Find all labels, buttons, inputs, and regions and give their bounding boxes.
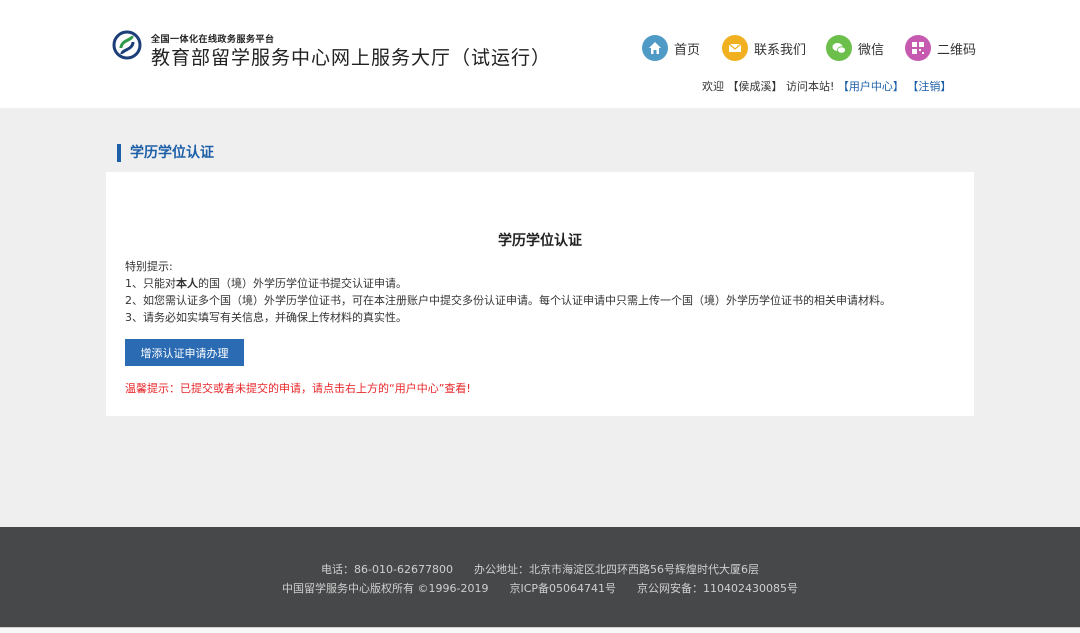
notice-item: 1、只能对本人的国（境）外学历学位证书提交认证申请。 <box>125 275 891 292</box>
panel-title: 学历学位认证 <box>498 233 582 249</box>
wechat-icon <box>826 35 852 61</box>
logout-link[interactable]: 【注销】 <box>907 80 951 93</box>
nav-contact-label: 联系我们 <box>754 42 807 58</box>
welcome-prefix: 欢迎 <box>702 80 724 93</box>
notice-heading: 特别提示: <box>125 260 173 273</box>
nav-home-link[interactable]: 首页 <box>642 34 700 62</box>
qr-code-icon <box>905 35 931 61</box>
footer-copyright-line: 中国留学服务中心版权所有 ©1996-2019 京ICP备05064741号 京… <box>282 582 798 595</box>
nav-qrcode-link[interactable]: 二维码 <box>905 34 976 62</box>
home-icon <box>642 35 668 61</box>
nav-contact-link[interactable]: 联系我们 <box>722 34 806 62</box>
notice-text: 1、只能对 <box>125 277 176 290</box>
notice-bold-text: 本人 <box>176 277 198 290</box>
footer-contact-line: 电话：86-010-62677800 办公地址：北京市海淀区北四环西路56号辉煌… <box>321 563 759 576</box>
user-name: 【侯成溪】 <box>727 80 783 93</box>
user-center-link[interactable]: 【用户中心】 <box>838 80 904 93</box>
section-title: 学历学位认证 <box>117 144 214 162</box>
notice-list: 特别提示: 1、只能对本人的国（境）外学历学位证书提交认证申请。 2、如您需认证… <box>125 258 891 326</box>
mail-icon <box>722 35 748 61</box>
welcome-bar: 欢迎 【侯成溪】 访问本站! 【用户中心】 【注销】 <box>702 78 951 94</box>
site-footer: 电话：86-010-62677800 办公地址：北京市海淀区北四环西路56号辉煌… <box>0 527 1080 627</box>
add-application-button[interactable]: 增添认证申请办理 <box>125 339 244 366</box>
bottom-scroll-strip <box>0 627 1080 633</box>
content-panel: 学历学位认证 特别提示: 1、只能对本人的国（境）外学历学位证书提交认证申请。 … <box>106 172 974 416</box>
logo-icon <box>112 30 142 60</box>
nav-wechat-link[interactable]: 微信 <box>826 34 884 62</box>
site-title: 教育部留学服务中心网上服务大厅（试运行） <box>151 47 552 69</box>
notice-item: 3、请务必如实填写有关信息，并确保上传材料的真实性。 <box>125 311 407 324</box>
nav-home-label: 首页 <box>674 42 701 58</box>
nav-wechat-label: 微信 <box>858 42 885 58</box>
welcome-suffix: 访问本站! <box>786 80 835 93</box>
notice-item: 2、如您需认证多个国（境）外学历学位证书，可在本注册账户中提交多份认证申请。每个… <box>125 294 891 307</box>
notice-text: 的国（境）外学历学位证书提交认证申请。 <box>198 277 407 290</box>
nav-qrcode-label: 二维码 <box>937 42 977 58</box>
site-header: 全国一体化在线政务服务平台 教育部留学服务中心网上服务大厅（试运行） 首页 联系… <box>0 0 1080 108</box>
warning-tip: 温馨提示：已提交或者未提交的申请，请点击右上方的“用户中心”查看! <box>125 382 471 395</box>
